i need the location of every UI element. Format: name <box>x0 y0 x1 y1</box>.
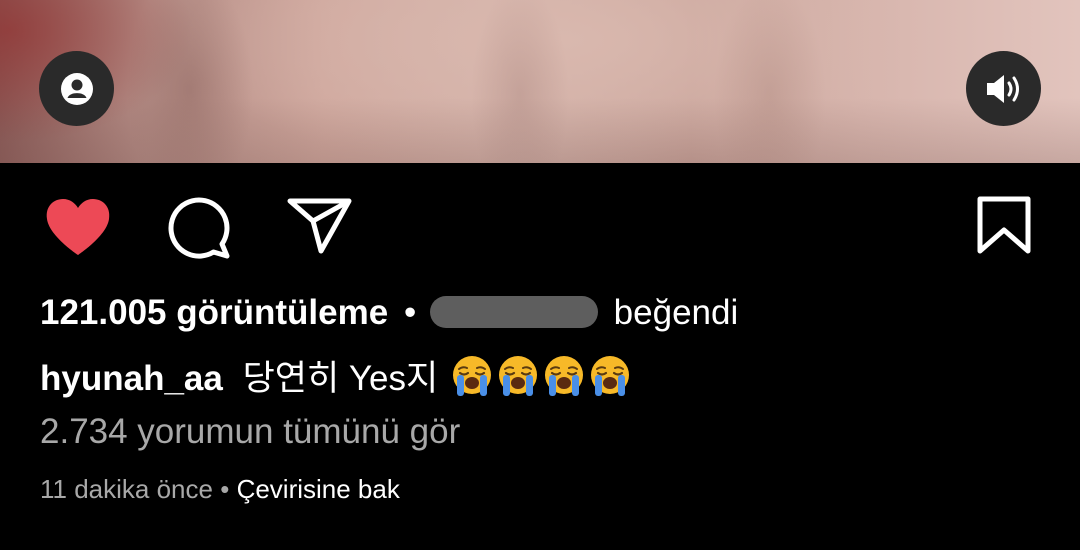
caption-text: 당연히 Yes지 <box>242 359 439 398</box>
volume-icon <box>986 74 1019 103</box>
views-and-likes: 121.005 görüntüleme • beğendi <box>40 293 738 333</box>
user-icon <box>60 72 93 105</box>
heart-icon[interactable] <box>45 197 111 257</box>
video-player[interactable] <box>0 0 1080 163</box>
redacted-username <box>429 296 598 328</box>
loudly-crying-face-emoji <box>498 356 537 396</box>
view-all-comments-link[interactable]: 2.734 yorumun tümünü gör <box>40 412 460 452</box>
loudly-crying-face-emoji <box>544 356 583 396</box>
separator-dot: • <box>220 474 230 504</box>
caption: hyunah_aa 당연히 Yes지 <box>40 350 634 407</box>
loudly-crying-face-emoji <box>452 356 491 396</box>
post-meta: 11 dakika önce • Çevirisine bak <box>40 474 400 505</box>
time-ago: 11 dakika önce <box>40 474 213 504</box>
comment-icon[interactable] <box>167 197 231 261</box>
sound-toggle-button[interactable] <box>966 51 1041 126</box>
paper-plane-icon[interactable] <box>287 197 353 255</box>
separator-dot: • <box>403 293 417 332</box>
loudly-crying-face-emoji <box>590 356 629 396</box>
tagged-users-button[interactable] <box>39 51 114 126</box>
see-translation-link[interactable]: Çevirisine bak <box>237 474 400 504</box>
post-view: 121.005 görüntüleme • beğendi hyunah_aa … <box>0 0 1080 550</box>
caption-username[interactable]: hyunah_aa <box>40 359 223 398</box>
bookmark-icon[interactable] <box>977 196 1031 254</box>
liked-by-label: beğendi <box>613 293 739 332</box>
caption-emojis <box>450 354 634 407</box>
views-count[interactable]: 121.005 görüntüleme <box>40 293 388 332</box>
